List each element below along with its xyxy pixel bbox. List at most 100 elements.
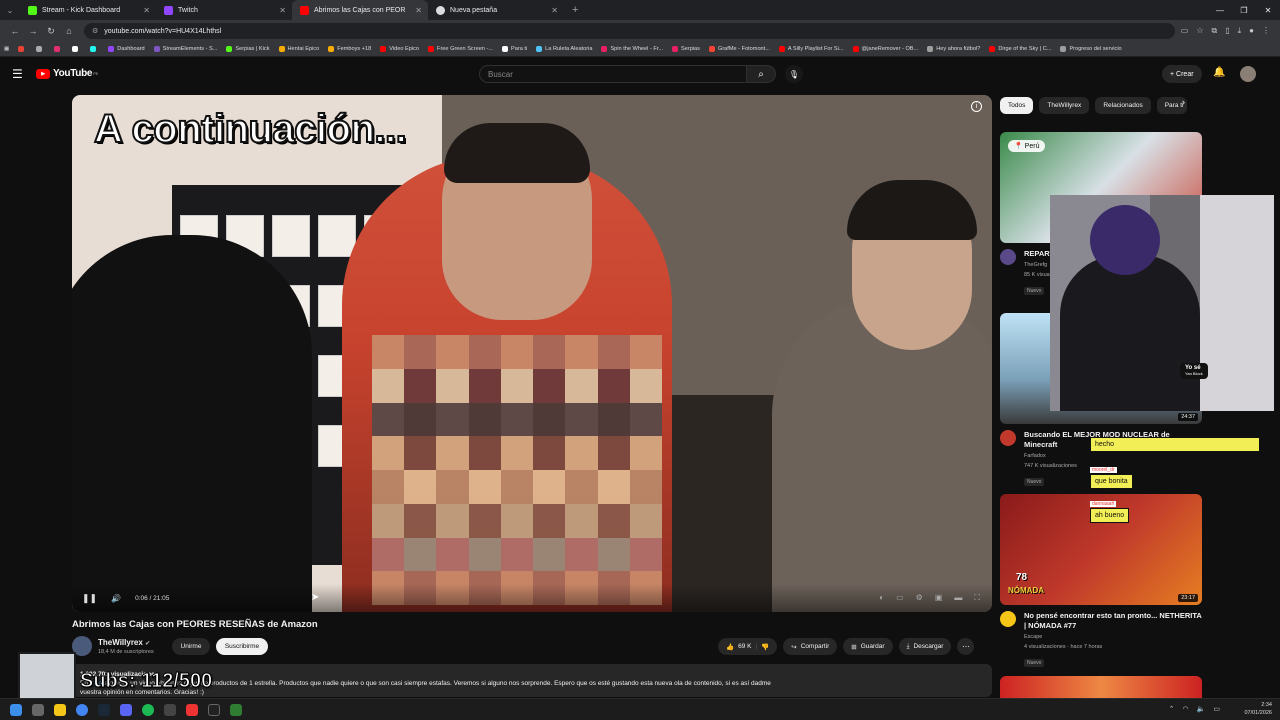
reload-icon[interactable]: ↻ bbox=[42, 26, 60, 37]
related-thumbnail-partial[interactable] bbox=[1000, 676, 1202, 698]
bookmark-star-icon[interactable]: ☆ bbox=[1196, 26, 1203, 36]
apps-icon[interactable]: ▦ bbox=[4, 46, 9, 52]
wifi-icon[interactable]: ◠ bbox=[1183, 705, 1189, 713]
close-window-icon[interactable]: ✕ bbox=[1256, 0, 1280, 20]
create-button[interactable]: + Crear bbox=[1162, 65, 1202, 83]
bookmark-folder[interactable]: Femboys +18 bbox=[328, 46, 371, 52]
bookmark-item[interactable]: @janeRemover - OB... bbox=[852, 46, 918, 52]
battery-icon[interactable]: ▭ bbox=[1213, 705, 1220, 713]
search-taskbar-icon[interactable] bbox=[32, 703, 44, 716]
tray-chevron-icon[interactable]: ⌃ bbox=[1169, 705, 1175, 713]
steam-icon[interactable] bbox=[98, 703, 110, 716]
forward-icon[interactable]: → bbox=[24, 26, 42, 36]
close-tab-icon[interactable]: ✕ bbox=[279, 6, 286, 15]
settings-icon[interactable]: ⚙ bbox=[916, 593, 923, 603]
bookmark-item[interactable]: Dashboard bbox=[108, 46, 145, 52]
chip-all[interactable]: Todos bbox=[1000, 97, 1034, 114]
pause-icon[interactable]: ❚❚ bbox=[82, 593, 97, 604]
miniplayer-icon[interactable]: ▣ bbox=[935, 593, 943, 603]
chip-channel[interactable]: TheWillyrex bbox=[1039, 97, 1090, 114]
voice-search-icon[interactable]: 🎙 bbox=[785, 65, 803, 83]
site-info-icon[interactable]: ⚙ bbox=[92, 27, 98, 35]
bookmark-github-icon[interactable] bbox=[36, 46, 45, 52]
related-channel-avatar[interactable] bbox=[1000, 249, 1016, 265]
info-icon[interactable]: i bbox=[971, 101, 982, 112]
video-player[interactable]: A continuación... i ❚❚ 🔊 0:06 / 21:05 ◐ … bbox=[72, 95, 992, 612]
maximize-icon[interactable]: ❐ bbox=[1232, 0, 1256, 20]
download-button[interactable]: ⤓ Descargar bbox=[898, 638, 952, 655]
bookmark-folder[interactable]: Hentai Epico bbox=[278, 46, 319, 52]
bookmark-item[interactable]: Serpias | Kick bbox=[226, 46, 270, 52]
related-channel-avatar[interactable] bbox=[1000, 430, 1016, 446]
bookmark-item[interactable]: Spin the Wheel - Fr... bbox=[601, 46, 663, 52]
sidebar-icon[interactable]: ▯ bbox=[1225, 26, 1229, 36]
search-input[interactable]: Buscar bbox=[479, 65, 747, 83]
extensions-icon[interactable]: ⧉ bbox=[1211, 26, 1217, 36]
related-title[interactable]: No pensé encontrar esto tan pronto... NE… bbox=[1024, 611, 1202, 631]
chevron-right-icon[interactable]: › bbox=[1182, 97, 1185, 107]
browser-tab-active[interactable]: Abrimos las Cajas con PEOR ✕ bbox=[292, 0, 428, 20]
speaker-icon[interactable]: 🔈 bbox=[1197, 705, 1206, 713]
subscribe-button[interactable]: Suscribirme bbox=[216, 638, 268, 655]
start-icon[interactable] bbox=[10, 703, 22, 716]
back-icon[interactable]: ← bbox=[6, 26, 24, 36]
related-channel[interactable]: Escape bbox=[1024, 633, 1202, 641]
menu-icon[interactable]: ⋮ bbox=[1262, 26, 1270, 36]
download-icon[interactable]: ⤓ bbox=[1238, 26, 1242, 36]
bookmark-item[interactable]: Hey ahora fútbol? bbox=[927, 46, 980, 52]
file-explorer-icon[interactable] bbox=[54, 703, 66, 716]
minimize-icon[interactable]: — bbox=[1208, 0, 1232, 20]
close-tab-icon[interactable]: ✕ bbox=[143, 6, 150, 15]
clock[interactable]: 2:34 07/01/2026 bbox=[1244, 701, 1272, 717]
bookmark-tiktok-icon[interactable] bbox=[90, 46, 99, 52]
notifications-bell-icon[interactable]: 🔔 bbox=[1213, 67, 1225, 78]
like-button[interactable]: 👍 69 K | 👎 bbox=[718, 638, 778, 655]
related-channel-avatar[interactable] bbox=[1000, 611, 1016, 627]
excel-icon[interactable] bbox=[230, 703, 242, 716]
bookmark-item[interactable]: StreamElements - S... bbox=[153, 46, 217, 52]
autoplay-toggle-icon[interactable]: ◐ bbox=[879, 593, 884, 603]
browser-tab[interactable]: Stream - Kick Dashboard ✕ bbox=[20, 0, 156, 20]
app-icon[interactable] bbox=[164, 703, 176, 716]
thumbs-down-icon[interactable]: 👎 bbox=[761, 643, 769, 651]
search-button[interactable]: ⌕ bbox=[746, 65, 776, 83]
tab-search-icon[interactable]: ⌄ bbox=[0, 0, 20, 20]
spotify-icon[interactable] bbox=[142, 703, 154, 716]
share-button[interactable]: ↪ Compartir bbox=[783, 638, 838, 655]
bookmark-item[interactable]: La Ruleta Aleatoria bbox=[536, 46, 592, 52]
close-tab-icon[interactable]: ✕ bbox=[415, 6, 422, 15]
home-icon[interactable]: ⌂ bbox=[60, 26, 78, 36]
more-actions-icon[interactable]: ⋯ bbox=[957, 638, 975, 655]
guide-menu-icon[interactable]: ☰ bbox=[12, 67, 23, 81]
account-avatar[interactable] bbox=[1240, 66, 1256, 82]
profile-icon[interactable]: ● bbox=[1249, 26, 1254, 36]
bookmark-item[interactable]: Progreso del servicio bbox=[1060, 46, 1122, 52]
channel-name[interactable]: TheWillyrex ✔ bbox=[98, 638, 150, 647]
cast-icon[interactable]: ▭ bbox=[1181, 26, 1189, 36]
bookmark-x-icon[interactable] bbox=[72, 46, 81, 52]
app-icon[interactable] bbox=[208, 703, 220, 716]
save-button[interactable]: ⊞ Guardar bbox=[843, 638, 893, 655]
discord-icon[interactable] bbox=[120, 703, 132, 716]
browser-tab[interactable]: Twitch ✕ bbox=[156, 0, 292, 20]
bookmark-item[interactable]: Free Green Screen -... bbox=[428, 46, 493, 52]
browser-tab[interactable]: Nueva pestaña ✕ bbox=[428, 0, 564, 20]
bookmark-instagram-icon[interactable] bbox=[54, 46, 63, 52]
new-tab-icon[interactable]: + bbox=[572, 4, 578, 16]
youtube-logo[interactable]: ▶ YouTube PE bbox=[36, 68, 98, 79]
subtitles-icon[interactable]: ▭ bbox=[896, 593, 904, 603]
bookmark-item[interactable]: Serpias bbox=[672, 46, 700, 52]
close-tab-icon[interactable]: ✕ bbox=[551, 6, 558, 15]
bookmark-item[interactable]: Video Epico bbox=[380, 46, 419, 52]
obs-icon[interactable] bbox=[186, 703, 198, 716]
bookmark-item[interactable]: A Silly Playlist For Si... bbox=[778, 46, 844, 52]
join-button[interactable]: Unirme bbox=[172, 638, 210, 655]
chrome-icon[interactable] bbox=[76, 703, 88, 716]
bookmark-item[interactable]: Dirge of the Sky | C... bbox=[989, 46, 1051, 52]
theater-mode-icon[interactable]: ▬ bbox=[954, 593, 962, 603]
volume-icon[interactable]: 🔊 bbox=[111, 594, 121, 603]
fullscreen-icon[interactable]: ⛶ bbox=[974, 593, 980, 603]
bookmark-gmail-icon[interactable] bbox=[18, 46, 27, 52]
chip-related[interactable]: Relacionados bbox=[1095, 97, 1151, 114]
bookmark-item[interactable]: Para ti bbox=[502, 46, 527, 52]
